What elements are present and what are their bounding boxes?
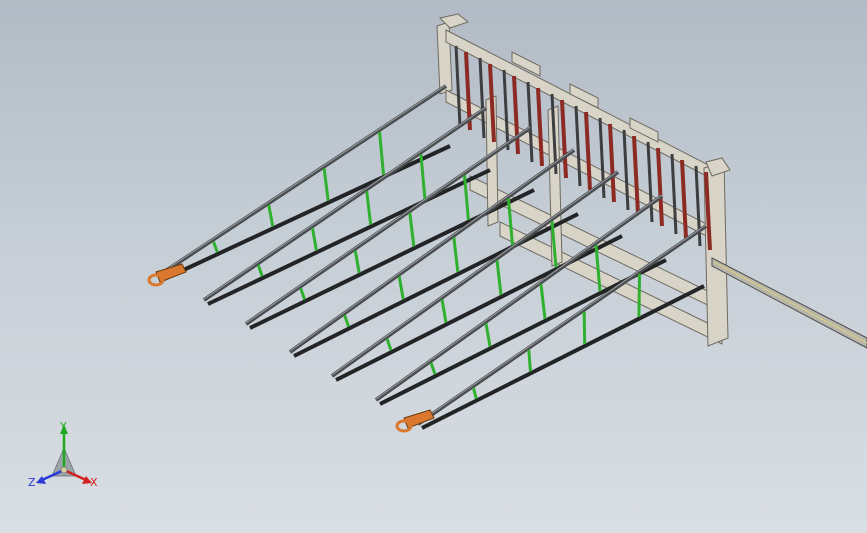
strut-6-3: [582, 311, 587, 345]
arm-top-highlight-1: [203, 106, 487, 300]
slat-red-2: [512, 75, 520, 155]
slat-dark-8: [646, 141, 654, 223]
strut-1-1: [256, 264, 264, 277]
strut-0-2: [267, 204, 275, 227]
strut-6-4: [637, 273, 642, 317]
strut-6-2: [527, 349, 532, 372]
strut-4-3: [495, 260, 503, 296]
slat-red-5: [584, 111, 592, 191]
arm-top-highlight-0: [157, 84, 447, 276]
arm-top-highlight-2: [245, 126, 531, 324]
strut-0-3: [322, 168, 330, 201]
arm-top-rail-0: [156, 84, 448, 278]
slat-red-9: [680, 159, 688, 239]
y-axis-label: Y: [59, 420, 67, 433]
rod-highlight: [713, 261, 867, 344]
z-axis-label: Z: [28, 476, 36, 489]
arm-top-rail-1: [202, 106, 488, 302]
axis-triad[interactable]: Y X Z: [24, 418, 104, 496]
strut-5-3: [539, 284, 547, 320]
slat-dark-0: [454, 45, 462, 127]
x-axis-label: X: [90, 476, 98, 489]
slat-dark-7: [622, 129, 630, 211]
arm-top-rail-4: [330, 170, 620, 378]
arm-bottom-rail-6: [421, 284, 705, 430]
strut-0-1: [211, 240, 219, 253]
slat-dark-9: [670, 153, 678, 235]
strut-4-2: [440, 299, 448, 323]
rod-body: [711, 257, 867, 349]
strut-2-3: [408, 212, 416, 247]
graphics-viewport[interactable]: Y X Z: [0, 0, 867, 533]
slat-dark-1: [478, 57, 486, 139]
slat-red-7: [632, 135, 640, 215]
strut-4-1: [385, 338, 393, 351]
strut-5-1: [429, 362, 437, 375]
strut-0-4: [378, 131, 386, 176]
side-rod[interactable]: [711, 257, 867, 349]
strut-1-4: [419, 154, 427, 200]
triad-origin: [60, 466, 68, 474]
cad-model-fork-rack[interactable]: [0, 0, 867, 533]
slat-dark-3: [526, 81, 534, 163]
slat-red-3: [536, 87, 544, 167]
strut-5-2: [484, 323, 492, 347]
slat-red-6: [608, 123, 616, 203]
slat-red-8: [656, 147, 664, 227]
arm-top-rail-5: [374, 194, 664, 402]
strut-6-1: [471, 387, 478, 400]
slat-dark-5: [574, 105, 582, 187]
arm-top-rail-2: [244, 126, 532, 326]
arm-bottom-rail-4: [335, 234, 623, 382]
strut-3-2: [397, 276, 405, 300]
slat-red-4: [560, 99, 568, 179]
slat-dark-2: [502, 69, 510, 151]
strut-1-2: [310, 227, 318, 251]
strut-1-3: [365, 191, 373, 225]
strut-3-1: [343, 314, 351, 328]
arm-top-highlight-5: [375, 194, 663, 400]
strut-2-2: [353, 250, 361, 274]
strut-3-3: [452, 237, 460, 273]
strut-2-1: [299, 287, 307, 300]
